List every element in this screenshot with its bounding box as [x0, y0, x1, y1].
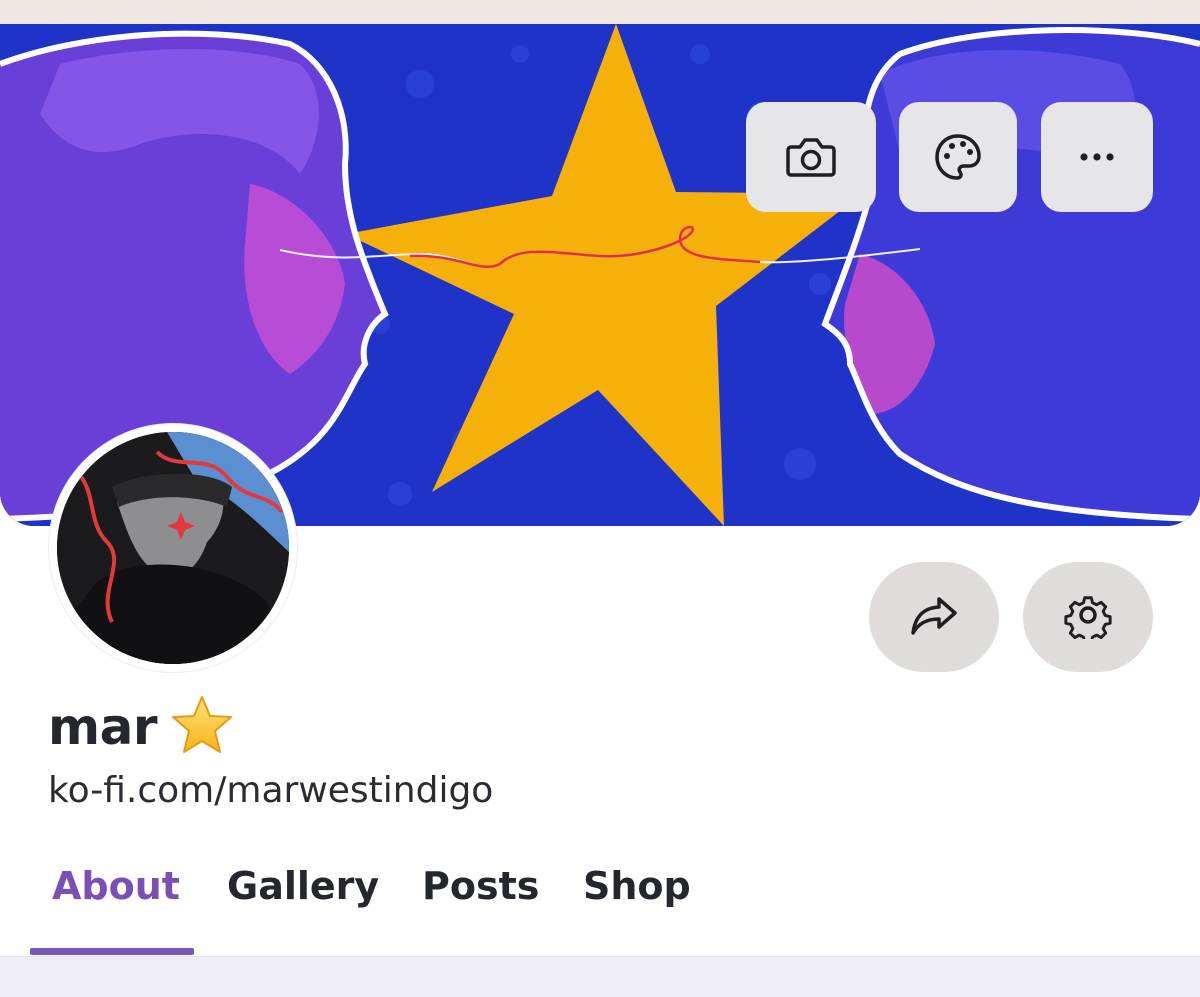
palette-icon — [933, 132, 983, 182]
share-icon — [909, 593, 959, 641]
more-icon — [1077, 152, 1117, 162]
tab-gallery[interactable]: Gallery — [227, 855, 379, 917]
tab-posts[interactable]: Posts — [422, 855, 539, 917]
content-area-edge — [0, 956, 1200, 997]
camera-icon — [785, 135, 837, 179]
more-options-button[interactable] — [1041, 102, 1153, 212]
profile-url[interactable]: ko-fi.com/marwestindigo — [48, 770, 493, 811]
share-button[interactable] — [869, 562, 999, 672]
profile-name-row: mar — [48, 692, 235, 762]
star-icon — [169, 694, 235, 760]
theme-button[interactable] — [899, 102, 1017, 212]
avatar[interactable] — [49, 424, 297, 672]
settings-button[interactable] — [1023, 562, 1153, 672]
settings-icon — [1064, 591, 1112, 644]
tab-shop[interactable]: Shop — [583, 855, 691, 917]
status-strip — [0, 0, 1200, 24]
active-tab-indicator — [30, 948, 194, 955]
change-cover-button[interactable] — [746, 102, 876, 212]
profile-name: mar — [48, 698, 158, 756]
tab-about[interactable]: About — [52, 855, 180, 917]
profile-tabs: About Gallery Posts Shop — [0, 855, 1200, 955]
